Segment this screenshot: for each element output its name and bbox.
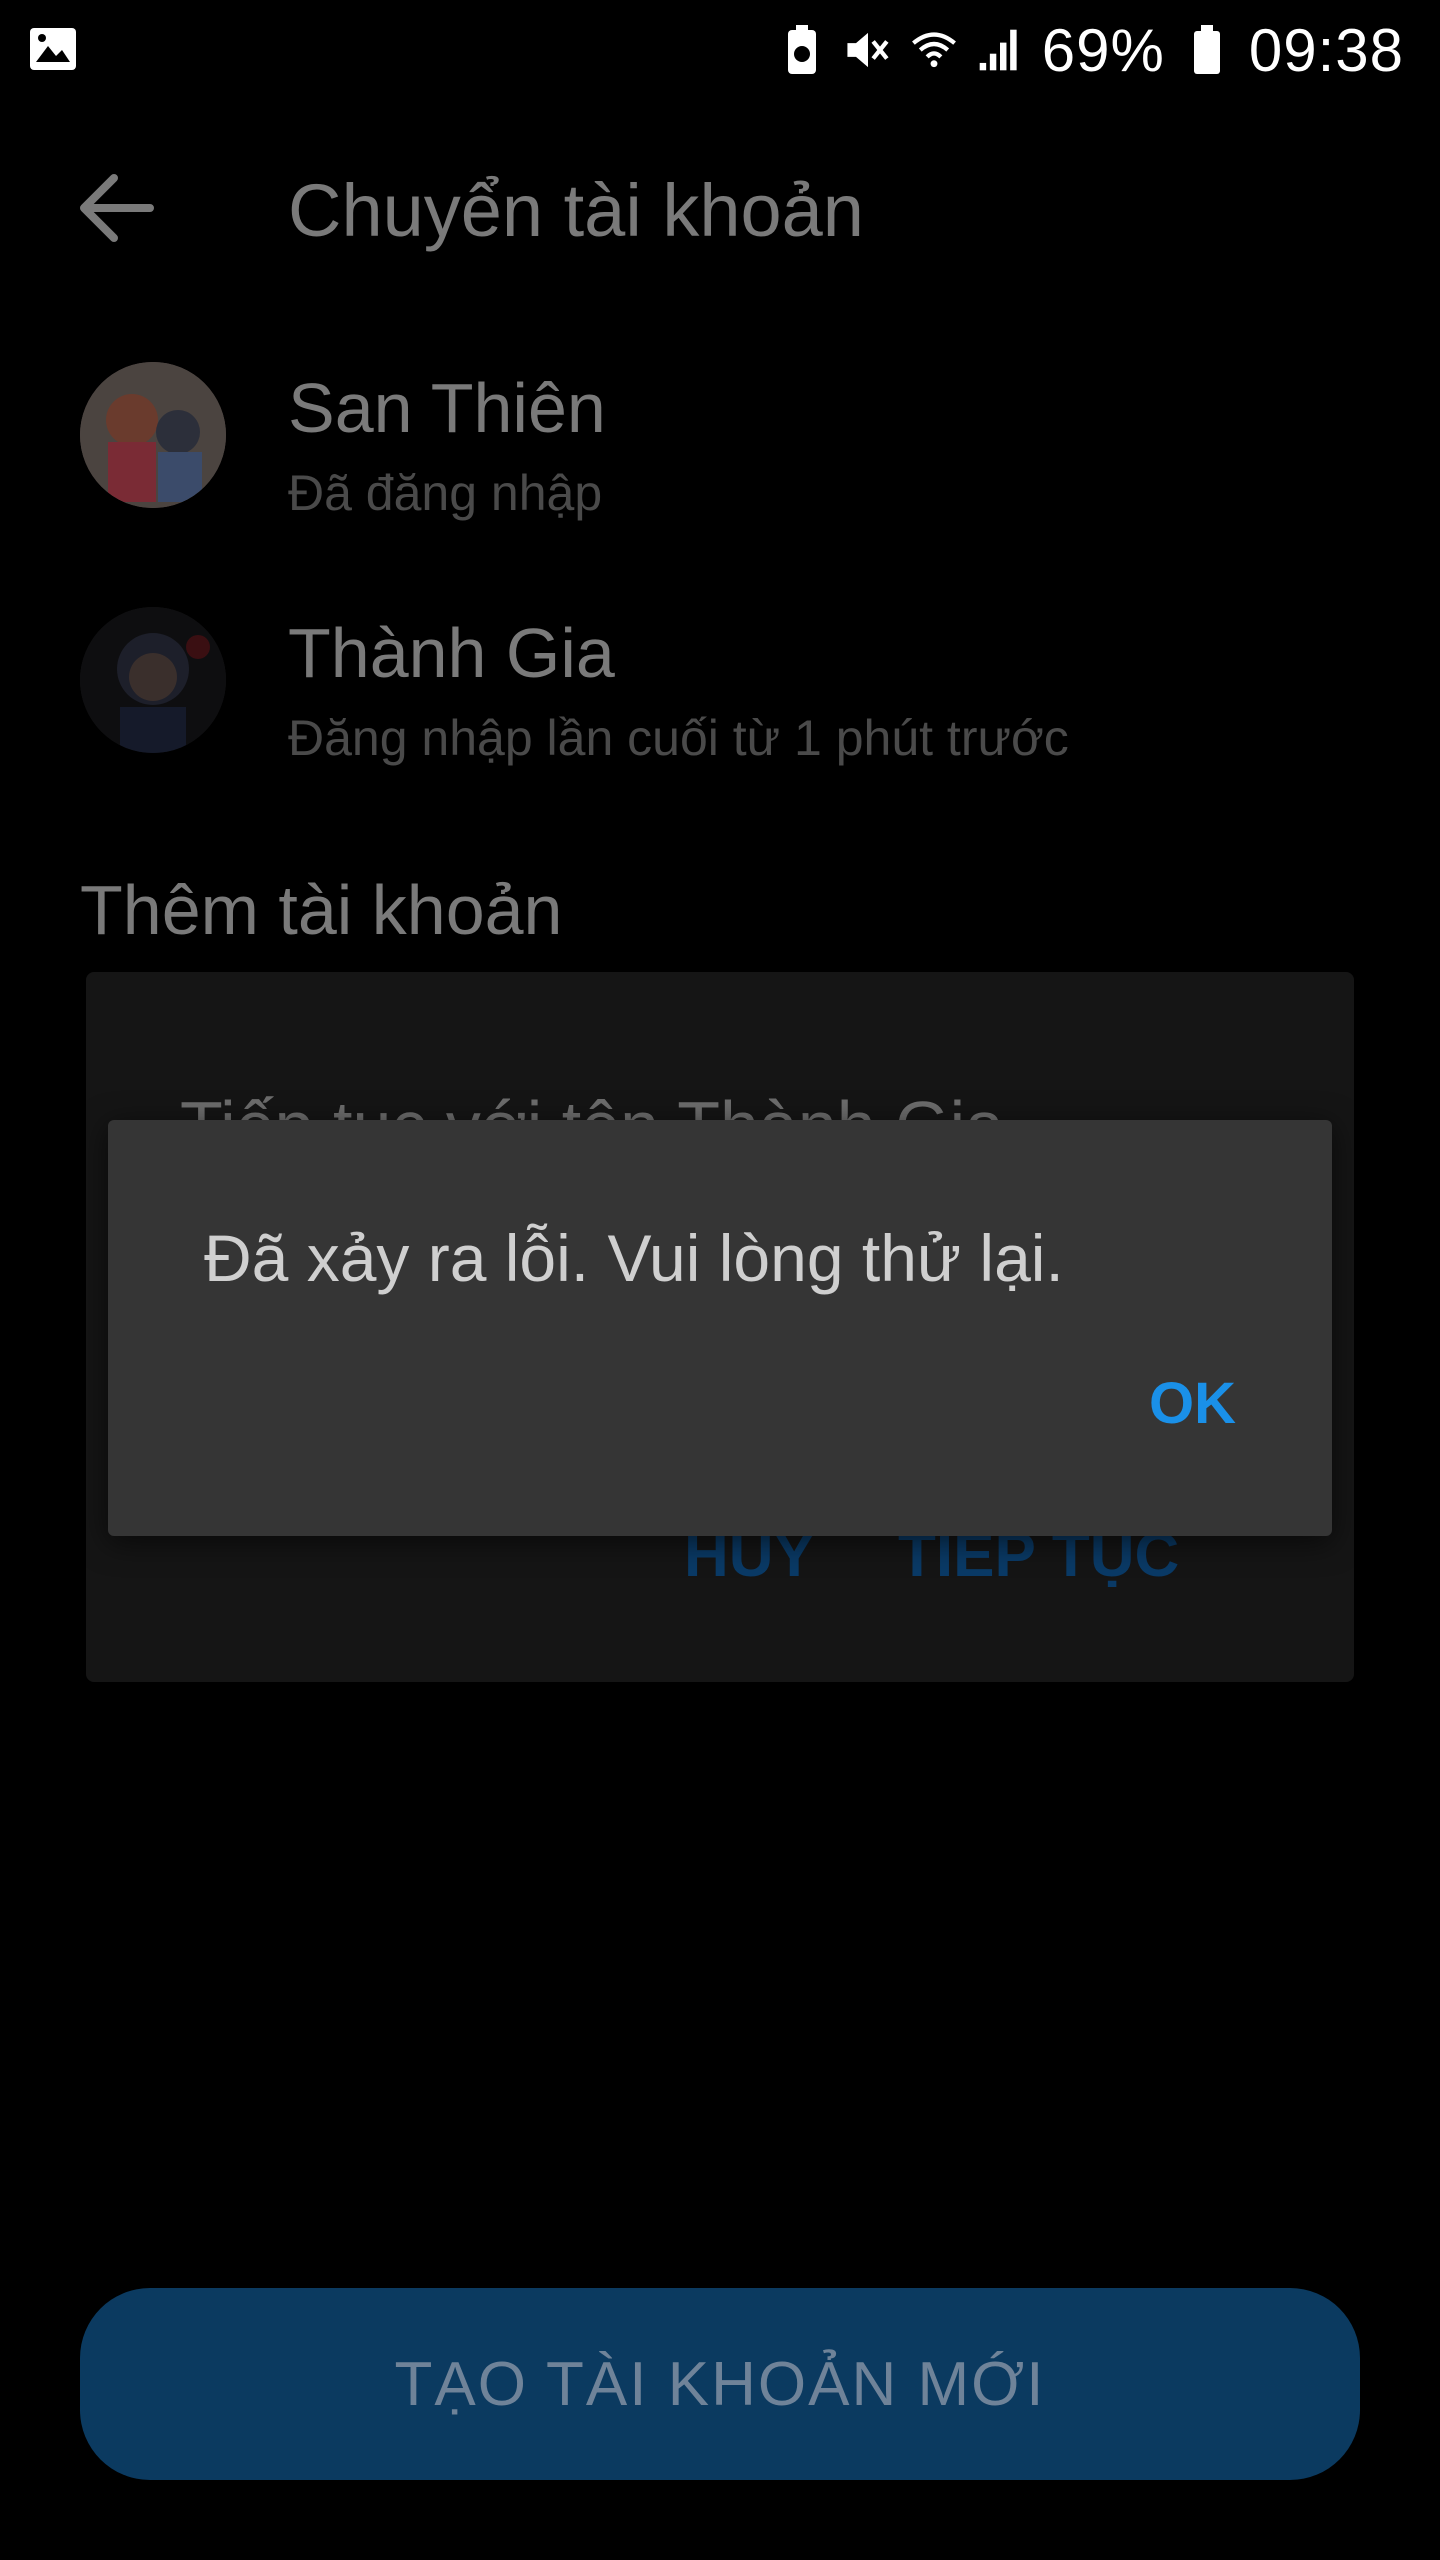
status-bar: 69% 09:38	[0, 0, 1440, 100]
account-status: Đã đăng nhập	[288, 465, 603, 521]
avatar	[80, 362, 226, 508]
account-item-thanh-gia[interactable]: Thành Gia Đăng nhập lần cuối từ 1 phút t…	[0, 575, 1440, 805]
account-status: Đăng nhập lần cuối từ 1 phút trước	[288, 710, 1069, 766]
battery-percent: 69%	[1041, 16, 1165, 84]
wifi-icon	[910, 24, 958, 76]
back-button[interactable]	[60, 165, 170, 255]
avatar	[80, 607, 226, 753]
page-title: Chuyển tài khoản	[288, 169, 864, 252]
battery-icon	[1183, 24, 1231, 76]
battery-saver-icon	[778, 24, 826, 76]
ok-button[interactable]: OK	[1149, 1370, 1236, 1437]
create-account-label: TẠO TÀI KHOẢN MỚI	[394, 2349, 1046, 2419]
arrow-left-icon	[70, 168, 160, 253]
status-icons: 69% 09:38	[778, 16, 1404, 84]
add-account-heading: Thêm tài khoản	[80, 871, 563, 949]
mute-icon	[844, 24, 892, 76]
account-name: Thành Gia	[288, 614, 615, 692]
gallery-icon	[28, 26, 78, 72]
create-account-button[interactable]: TẠO TÀI KHOẢN MỚI	[80, 2288, 1360, 2480]
dialog-message: Đã xảy ra lỗi. Vui lòng thử lại.	[204, 1221, 1064, 1295]
account-name: San Thiên	[288, 369, 606, 447]
signal-icon	[976, 24, 1024, 76]
error-dialog: Đã xảy ra lỗi. Vui lòng thử lại. OK	[108, 1120, 1332, 1536]
account-item-san-thien[interactable]: San Thiên Đã đăng nhập	[0, 330, 1440, 560]
clock: 09:38	[1248, 16, 1404, 84]
